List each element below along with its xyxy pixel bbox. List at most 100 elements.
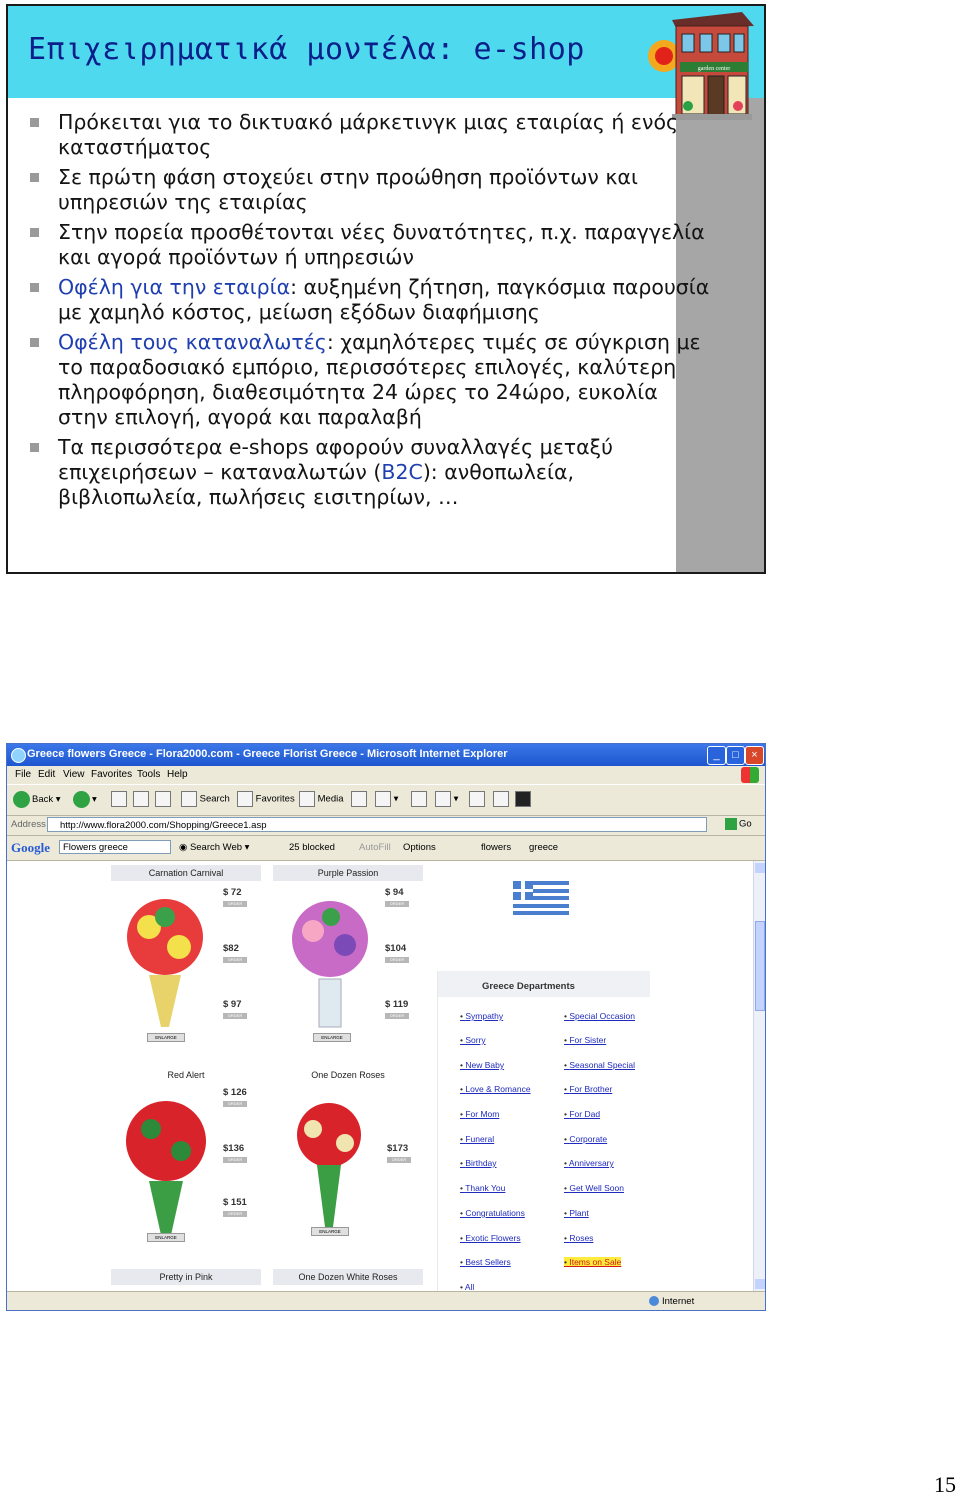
order-button[interactable]: ORDER — [385, 1013, 409, 1019]
order-button[interactable]: ORDER — [385, 957, 409, 963]
dept-link[interactable]: Special Occasion — [564, 1011, 635, 1021]
security-zone: Internet — [649, 1296, 694, 1307]
forward-button[interactable]: ▾ — [73, 791, 97, 808]
discuss-button[interactable] — [469, 791, 485, 807]
page-number: 15 — [934, 1472, 956, 1497]
menu-bar: File Edit View Favorites Tools Help — [7, 766, 765, 784]
options-button[interactable]: Options — [403, 842, 436, 853]
ie-icon — [11, 748, 26, 763]
minimize-button[interactable]: _ — [707, 746, 726, 765]
dept-link[interactable]: Love & Romance — [460, 1084, 530, 1094]
scroll-down-icon[interactable] — [755, 1279, 765, 1289]
bullet-item: Τα περισσότερα e-shops αφορούν συναλλαγέ… — [30, 435, 710, 510]
dept-link[interactable]: Roses — [564, 1233, 593, 1243]
order-button[interactable]: ORDER — [223, 1157, 247, 1163]
dept-link[interactable]: Plant — [564, 1208, 588, 1218]
address-input[interactable]: http://www.flora2000.com/Shopping/Greece… — [47, 817, 707, 832]
dept-link[interactable]: Congratulations — [460, 1208, 525, 1218]
dept-link[interactable]: New Baby — [460, 1060, 504, 1070]
menu-tools[interactable]: Tools — [137, 769, 160, 780]
dept-link[interactable]: Sorry — [460, 1035, 485, 1045]
stop-button[interactable] — [111, 791, 127, 807]
dept-link[interactable]: Birthday — [460, 1158, 496, 1168]
order-button[interactable]: ORDER — [223, 1101, 247, 1107]
enlarge-button[interactable]: ENLARGE — [313, 1033, 351, 1042]
enlarge-button[interactable]: ENLARGE — [311, 1227, 349, 1236]
scroll-up-icon[interactable] — [755, 863, 765, 873]
dept-link[interactable]: Sympathy — [460, 1011, 503, 1021]
dept-link[interactable]: For Brother — [564, 1084, 612, 1094]
dept-link[interactable]: Best Sellers — [460, 1257, 510, 1267]
autofill-button[interactable]: AutoFill — [359, 842, 391, 853]
highlight-flowers[interactable]: flowers — [481, 842, 511, 853]
search-icon — [181, 791, 197, 807]
bullet-item: Οφέλη τους καταναλωτές: χαμηλότερες τιμέ… — [30, 330, 710, 430]
order-button[interactable]: ORDER — [387, 1157, 411, 1163]
product-name: Purple Passion — [273, 865, 423, 881]
window-title: Greece flowers Greece - Flora2000.com - … — [27, 748, 508, 760]
home-button[interactable] — [155, 791, 171, 807]
dept-link[interactable]: Corporate — [564, 1134, 607, 1144]
popup-blocker[interactable]: 25 blocked — [289, 842, 335, 853]
bullet-item: Οφέλη για την εταιρία: αυξημένη ζήτηση, … — [30, 275, 710, 325]
highlight-greece[interactable]: greece — [529, 842, 558, 853]
address-bar: Address http://www.flora2000.com/Shoppin… — [7, 815, 765, 836]
scroll-thumb[interactable] — [755, 921, 765, 1011]
dept-link[interactable]: Exotic Flowers — [460, 1233, 520, 1243]
bouquet-image[interactable] — [119, 887, 211, 1029]
order-button[interactable]: ORDER — [223, 901, 247, 907]
order-button[interactable]: ORDER — [223, 957, 247, 963]
menu-view[interactable]: View — [63, 769, 85, 780]
price: $ 72 — [223, 887, 242, 898]
maximize-button[interactable]: □ — [726, 746, 745, 765]
dept-link[interactable]: For Mom — [460, 1109, 499, 1119]
dept-link[interactable]: For Sister — [564, 1035, 606, 1045]
dept-link[interactable]: For Dad — [564, 1109, 600, 1119]
search-button[interactable]: Search — [181, 791, 230, 807]
forward-arrow-icon — [73, 791, 90, 808]
bouquet-image[interactable] — [283, 887, 377, 1029]
bouquet-image[interactable] — [287, 1089, 371, 1231]
back-button[interactable]: Back ▾ — [13, 791, 61, 808]
history-button[interactable] — [351, 791, 367, 807]
dept-link[interactable]: Anniversary — [564, 1158, 614, 1168]
favorites-button[interactable]: Favorites — [237, 791, 295, 807]
dept-link[interactable]: Funeral — [460, 1134, 494, 1144]
print-button[interactable] — [411, 791, 427, 807]
media-button[interactable]: Media — [299, 791, 344, 807]
edit-button[interactable]: ▾ — [435, 791, 458, 807]
bouquet-image[interactable] — [119, 1089, 213, 1239]
dept-link[interactable]: Get Well Soon — [564, 1183, 624, 1193]
dept-link[interactable]: Seasonal Special — [564, 1060, 635, 1070]
order-button[interactable]: ORDER — [385, 901, 409, 907]
product-name-pretty-in-pink: Pretty in Pink — [111, 1269, 261, 1285]
order-button[interactable]: ORDER — [223, 1013, 247, 1019]
dept-link-items-on-sale[interactable]: Items on Sale — [564, 1257, 622, 1267]
menu-file[interactable]: File — [15, 769, 31, 780]
mail-button[interactable]: ▾ — [375, 791, 398, 807]
h-icon — [515, 791, 531, 807]
enlarge-button[interactable]: ENLARGE — [147, 1033, 185, 1042]
google-search-input[interactable]: Flowers greece — [59, 840, 171, 854]
menu-help[interactable]: Help — [167, 769, 188, 780]
messenger-icon — [493, 791, 509, 807]
back-arrow-icon — [13, 791, 30, 808]
research-button[interactable] — [515, 791, 531, 807]
refresh-button[interactable] — [133, 791, 149, 807]
vertical-scrollbar[interactable] — [753, 861, 765, 1291]
standard-toolbar: Back ▾ ▾ Search Favorites Media ▾ ▾ — [7, 784, 765, 816]
search-web-button[interactable]: ◉ Search Web ▾ — [179, 842, 249, 853]
dept-link[interactable]: Thank You — [460, 1183, 505, 1193]
order-button[interactable]: ORDER — [223, 1211, 247, 1217]
enlarge-button[interactable]: ENLARGE — [147, 1233, 185, 1242]
stop-icon — [111, 791, 127, 807]
menu-favorites[interactable]: Favorites — [91, 769, 132, 780]
google-toolbar: Google Flowers greece ◉ Search Web ▾ 25 … — [7, 836, 765, 861]
bullet-item: Σε πρώτη φάση στοχεύει στην προώθηση προ… — [30, 165, 710, 215]
bullet-square-icon — [30, 283, 39, 292]
close-button[interactable]: × — [745, 746, 764, 765]
messenger-button[interactable] — [493, 791, 509, 807]
mail-icon — [375, 791, 391, 807]
menu-edit[interactable]: Edit — [38, 769, 55, 780]
go-button[interactable]: Go — [725, 818, 752, 830]
